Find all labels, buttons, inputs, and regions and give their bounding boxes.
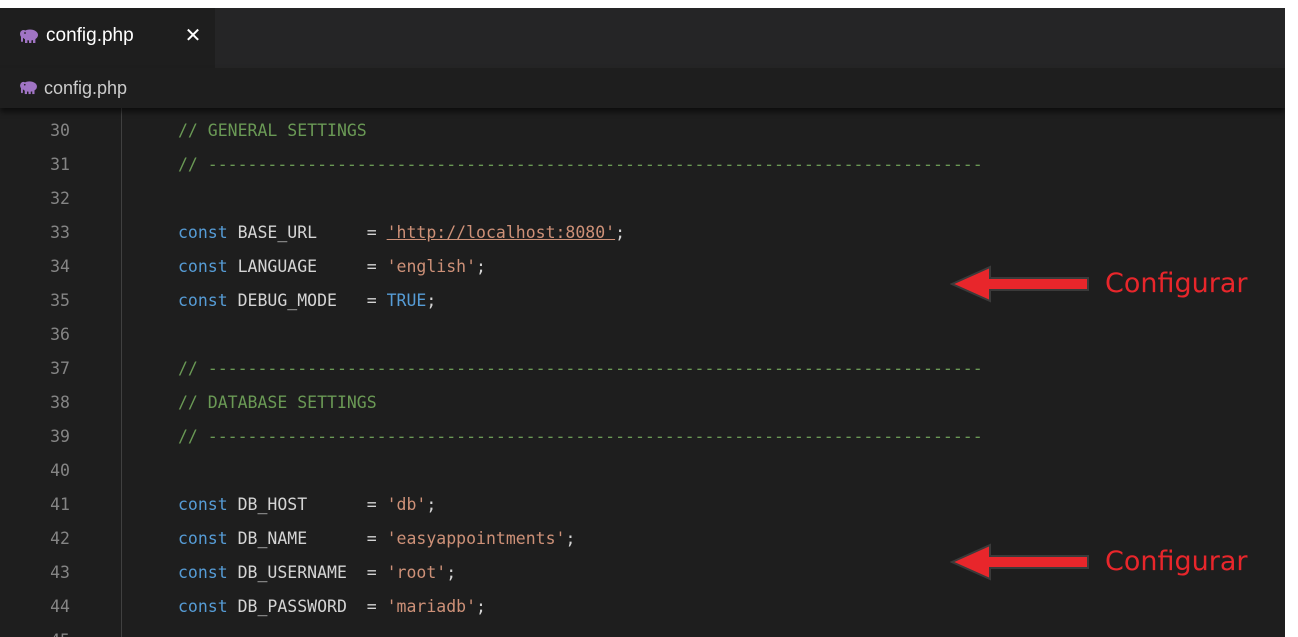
code-token: 'db' xyxy=(386,495,427,514)
code-line[interactable]: 33 const BASE_URL = 'http://localhost:808… xyxy=(0,216,1285,250)
line-number: 43 xyxy=(50,563,70,582)
code-token: 'root' xyxy=(386,563,447,582)
code-token: DEBUG_MODE xyxy=(227,291,367,310)
code-token: const xyxy=(178,563,228,582)
code-line[interactable]: 38 // DATABASE SETTINGS xyxy=(0,386,1285,420)
line-number: 36 xyxy=(50,325,70,344)
breadcrumb-item-config-php[interactable]: config.php xyxy=(44,77,127,99)
code-token: 'mariadb' xyxy=(386,597,477,616)
line-number: 40 xyxy=(50,461,70,480)
line-number: 44 xyxy=(50,597,70,616)
red-arrow-left-icon xyxy=(950,543,1089,581)
code-token: BASE_URL xyxy=(227,223,367,242)
code-line[interactable]: 32 xyxy=(0,182,1285,216)
code-token: DB_USERNAME xyxy=(227,563,367,582)
line-source: const BASE_URL = 'http://localhost:8080'… xyxy=(178,216,625,250)
code-token: = xyxy=(366,257,387,276)
annotation-label: Configurar xyxy=(1105,268,1248,299)
line-number: 37 xyxy=(50,359,70,378)
line-source: const DB_USERNAME = 'root'; xyxy=(178,556,456,590)
code-token: = xyxy=(366,529,387,548)
line-number: 38 xyxy=(50,393,70,412)
line-number: 41 xyxy=(50,495,70,514)
line-source: const DB_PASSWORD = 'mariadb'; xyxy=(178,590,486,624)
line-source: // -------------------------------------… xyxy=(178,420,983,454)
code-token: ; xyxy=(565,529,576,548)
line-number: 33 xyxy=(50,223,70,242)
code-token: const xyxy=(178,223,228,242)
code-token: = xyxy=(366,223,387,242)
code-token: // GENERAL SETTINGS xyxy=(178,121,367,140)
code-token: 'english' xyxy=(386,257,477,276)
tab-config-php[interactable]: config.php ✕ xyxy=(0,8,215,68)
line-source: // -------------------------------------… xyxy=(178,148,983,182)
code-line[interactable]: 36 xyxy=(0,318,1285,352)
code-token: DB_NAME xyxy=(227,529,367,548)
line-source: // DATABASE SETTINGS xyxy=(178,386,377,420)
code-token: // DATABASE SETTINGS xyxy=(178,393,377,412)
code-token: ; xyxy=(426,495,437,514)
line-number: 39 xyxy=(50,427,70,446)
code-token: const xyxy=(178,529,228,548)
code-token: ; xyxy=(426,291,437,310)
code-line[interactable]: 30 // GENERAL SETTINGS xyxy=(0,114,1285,148)
line-number: 32 xyxy=(50,189,70,208)
code-line[interactable]: 44 const DB_PASSWORD = 'mariadb'; xyxy=(0,590,1285,624)
code-token: = xyxy=(366,495,387,514)
code-token: ; xyxy=(446,563,457,582)
breadcrumb: config.php xyxy=(0,68,1285,108)
code-line[interactable]: 41 const DB_HOST = 'db'; xyxy=(0,488,1285,522)
code-token: DB_HOST xyxy=(227,495,367,514)
line-number: 42 xyxy=(50,529,70,548)
code-token: // -------------------------------------… xyxy=(178,155,983,174)
code-token: const xyxy=(178,257,228,276)
line-source: const LANGUAGE = 'english'; xyxy=(178,250,486,284)
code-token: LANGUAGE xyxy=(227,257,367,276)
code-token: = xyxy=(366,597,387,616)
code-token: ; xyxy=(476,597,486,616)
code-token: const xyxy=(178,495,228,514)
code-line[interactable]: 39 // -----------------------------------… xyxy=(0,420,1285,454)
configurar-annotation: Configurar xyxy=(950,264,1270,304)
code-token: const xyxy=(178,597,228,616)
screenshot-frame: config.php ✕ config.php 30 // GENERAL SET… xyxy=(0,0,1298,637)
code-line[interactable]: 37 // -----------------------------------… xyxy=(0,352,1285,386)
tab-bar: config.php ✕ xyxy=(0,8,1285,68)
line-source: const DB_HOST = 'db'; xyxy=(178,488,436,522)
code-token: TRUE xyxy=(386,291,427,310)
code-token: ; xyxy=(615,223,626,242)
configurar-annotation: Configurar xyxy=(950,542,1270,582)
php-elephant-icon xyxy=(20,29,38,43)
code-token: = xyxy=(366,291,387,310)
line-number: 35 xyxy=(50,291,70,310)
code-line[interactable]: 45 xyxy=(0,624,1285,637)
code-editor: config.php ✕ config.php 30 // GENERAL SET… xyxy=(0,8,1285,637)
red-arrow-left-icon xyxy=(950,265,1089,303)
line-source: // GENERAL SETTINGS xyxy=(178,114,367,148)
code-token: const xyxy=(178,291,228,310)
code-token: ; xyxy=(476,257,486,276)
code-token: // -------------------------------------… xyxy=(178,427,983,446)
line-source: // -------------------------------------… xyxy=(178,352,983,386)
code-token: = xyxy=(366,563,387,582)
line-number: 34 xyxy=(50,257,70,276)
line-number: 45 xyxy=(26,624,70,637)
line-source: const DB_NAME = 'easyappointments'; xyxy=(178,522,575,556)
code-token: 'http://localhost:8080' xyxy=(386,223,616,242)
code-line[interactable]: 40 xyxy=(0,454,1285,488)
line-number: 30 xyxy=(50,121,70,140)
code-token: // -------------------------------------… xyxy=(178,359,983,378)
line-number: 31 xyxy=(50,155,70,174)
code-token: DB_PASSWORD xyxy=(227,597,367,616)
code-line[interactable]: 31 // -----------------------------------… xyxy=(0,148,1285,182)
annotation-label: Configurar xyxy=(1105,546,1248,577)
line-source: const DEBUG_MODE = TRUE; xyxy=(178,284,436,318)
php-elephant-icon xyxy=(20,81,37,95)
close-icon[interactable]: ✕ xyxy=(182,23,204,47)
tab-label: config.php xyxy=(46,25,134,46)
code-token: 'easyappointments' xyxy=(386,529,566,548)
